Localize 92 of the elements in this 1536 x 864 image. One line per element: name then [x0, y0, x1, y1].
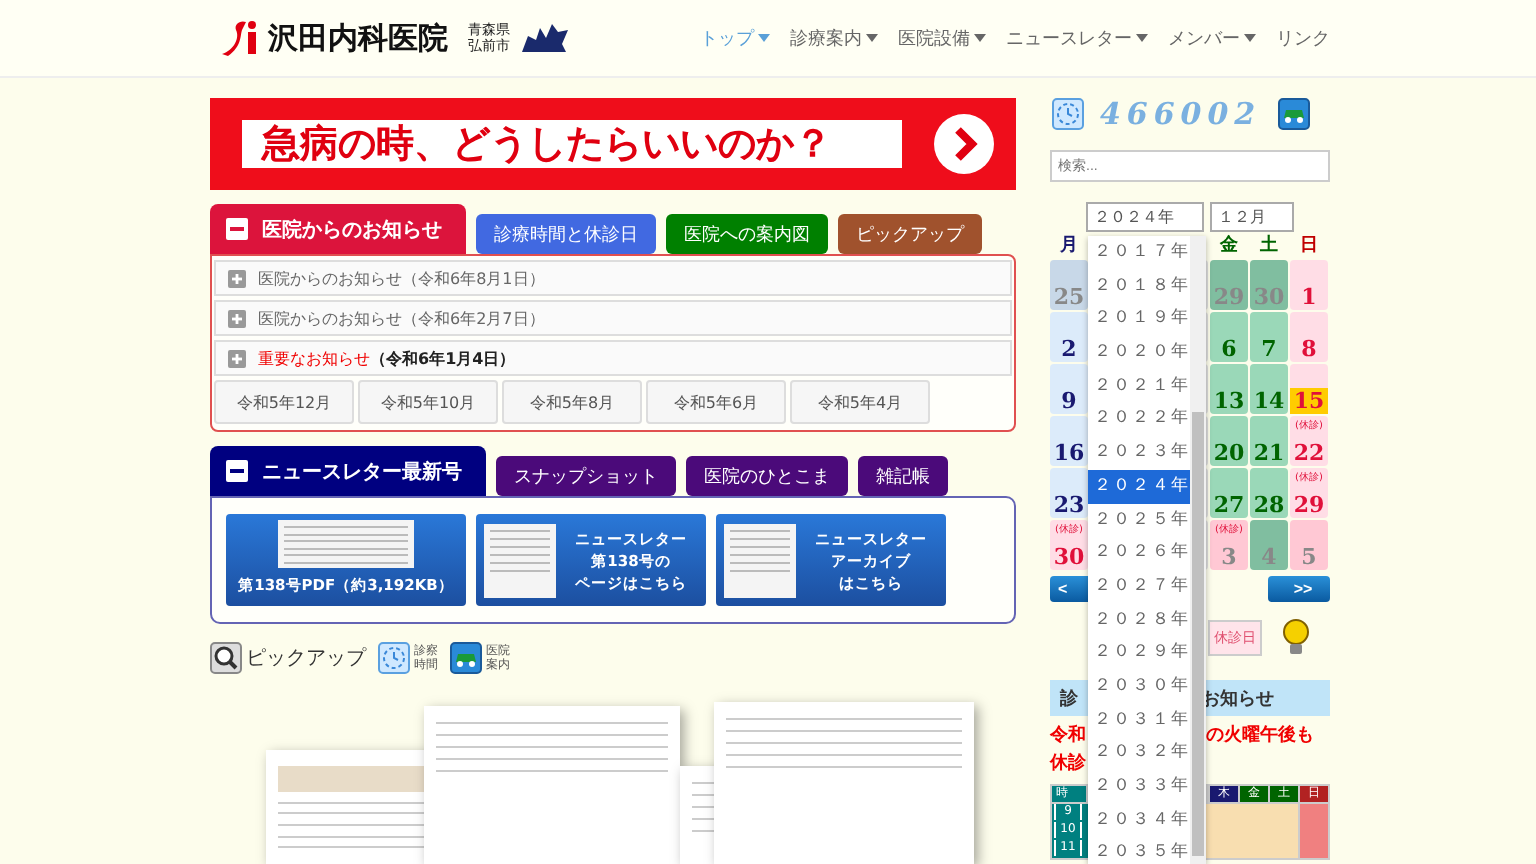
dropdown-option[interactable]: ２０２９年 [1088, 636, 1190, 670]
notice-item[interactable]: 医院からのお知らせ（令和6年8月1日） [214, 260, 1012, 296]
dropdown-option[interactable]: ２０３３年 [1088, 770, 1190, 804]
lightbulb-icon [1280, 618, 1312, 658]
dropdown-option[interactable]: ２０３２年 [1088, 736, 1190, 770]
notice-text: 令和 [1050, 724, 1086, 750]
tab[interactable]: 医院のひとこま [686, 456, 848, 496]
caret-icon [974, 34, 986, 42]
dropdown-option[interactable]: ２０２１年 [1088, 369, 1190, 403]
caret-icon [1136, 34, 1148, 42]
visitor-counter: 466002 [1100, 96, 1262, 132]
map-icon [518, 20, 570, 56]
weekday-label: 日 [1298, 236, 1320, 258]
schedule-cell [1300, 804, 1328, 858]
logo-text[interactable]: 沢田内科医院 [268, 19, 448, 57]
caret-icon [758, 34, 770, 42]
calendar-day[interactable]: 21 [1250, 416, 1288, 466]
dropdown-option[interactable]: ２０２５年 [1088, 503, 1190, 537]
minus-icon [226, 460, 248, 482]
emergency-banner[interactable]: 急病の時、どうしたらいいのか？ [210, 98, 1016, 190]
car-icon [450, 642, 482, 674]
tab[interactable]: 雑記帳 [858, 456, 948, 496]
archive-button[interactable]: 令和5年6月 [646, 380, 786, 424]
notice-item[interactable]: 医院からのお知らせ（令和6年2月7日） [214, 300, 1012, 336]
nav-link[interactable]: 医院設備 [898, 25, 986, 51]
archive-button[interactable]: 令和5年12月 [214, 380, 354, 424]
calendar-day[interactable]: 6 [1210, 312, 1248, 362]
dropdown-option[interactable]: ２０２６年 [1088, 536, 1190, 570]
next-month-button[interactable]: >> [1268, 576, 1330, 602]
dropdown-option[interactable]: ２０１７年 [1088, 236, 1190, 270]
calendar-day[interactable]: 13 [1210, 364, 1248, 414]
notice-text: 休診 [1050, 752, 1086, 778]
dropdown-option[interactable]: ２０２０年 [1088, 336, 1190, 370]
archive-button[interactable]: 令和5年4月 [790, 380, 930, 424]
arrow-circle-icon [934, 114, 994, 174]
calendar-day[interactable]: 15 [1290, 364, 1328, 414]
tab[interactable]: 医院からのお知らせ [210, 204, 466, 254]
caret-icon [1244, 34, 1256, 42]
clock-icon [1052, 98, 1084, 130]
calendar-day[interactable]: 1 [1290, 260, 1328, 310]
newsletter-thumbnail [724, 523, 796, 597]
plus-icon [228, 309, 246, 327]
notice-text: の火曜午後も [1206, 724, 1314, 750]
dropdown-option[interactable]: ２０３０年 [1088, 669, 1190, 704]
tab[interactable]: ピックアップ [838, 214, 982, 254]
calendar-day[interactable]: 8 [1290, 312, 1328, 362]
heading-text: 診 [1060, 686, 1078, 711]
year-select[interactable]: ２０２４年 [1086, 202, 1204, 232]
nav-link[interactable]: メンバー [1168, 25, 1256, 51]
dropdown-option[interactable]: ２０３５年 [1088, 836, 1190, 864]
archive-button[interactable]: 令和5年10月 [358, 380, 498, 424]
calendar-day[interactable]: 14 [1250, 364, 1288, 414]
clock-icon [378, 642, 410, 674]
dropdown-option[interactable]: ２０１８年 [1088, 269, 1190, 303]
weekday-label: 土 [1258, 236, 1280, 258]
dropdown-option[interactable]: ２０２３年 [1088, 436, 1190, 470]
archive-button[interactable]: 令和5年8月 [502, 380, 642, 424]
dropdown-option[interactable]: ２０３４年 [1088, 803, 1190, 837]
newsletter-thumbnail [484, 523, 556, 597]
scrollbar[interactable] [1190, 236, 1206, 864]
dropdown-option[interactable]: ２０１９年 [1088, 302, 1190, 337]
car-icon [1277, 98, 1310, 130]
notice-item[interactable]: 重要なお知らせ（令和6年1月4日） [214, 340, 1012, 376]
tab[interactable]: 診療時間と休診日 [476, 214, 656, 254]
minus-icon [226, 218, 248, 240]
calendar-day[interactable]: 23 [1050, 468, 1088, 518]
dropdown-option[interactable]: ２０２２年 [1088, 402, 1190, 437]
weekday-label: 金 [1218, 236, 1240, 258]
calendar-day[interactable]: 7 [1250, 312, 1288, 362]
nav-link[interactable]: リンク [1276, 25, 1330, 51]
pickup-link[interactable]: ピックアップ [210, 642, 366, 674]
newsletter-thumbnail [278, 520, 414, 568]
calendar-day[interactable]: 27 [1210, 468, 1248, 518]
nav-link[interactable]: 診療案内 [790, 25, 878, 51]
nav-link[interactable]: ニュースレター [1006, 25, 1148, 51]
tab[interactable]: 医院への案内図 [666, 214, 828, 254]
weekday-label: 月 [1058, 236, 1080, 258]
calendar-day[interactable]: 2 [1050, 312, 1088, 362]
tab[interactable]: ニュースレター最新号 [210, 446, 486, 496]
magnifier-icon [210, 642, 242, 674]
calendar-day[interactable]: 9 [1050, 364, 1088, 414]
dropdown-option[interactable]: ２０２８年 [1088, 603, 1190, 637]
tab[interactable]: スナップショット [496, 456, 676, 496]
caret-icon [866, 34, 878, 42]
plus-icon [228, 269, 246, 287]
plus-icon [228, 349, 246, 367]
dropdown-option[interactable]: ２０３１年 [1088, 703, 1190, 737]
month-select[interactable]: １２月 [1210, 202, 1294, 232]
dropdown-option[interactable]: ２０２４年 [1088, 469, 1190, 503]
calendar-day[interactable]: 20 [1210, 416, 1248, 466]
calendar-day[interactable]: 16 [1050, 416, 1088, 466]
calendar-day[interactable]: 28 [1250, 468, 1288, 518]
